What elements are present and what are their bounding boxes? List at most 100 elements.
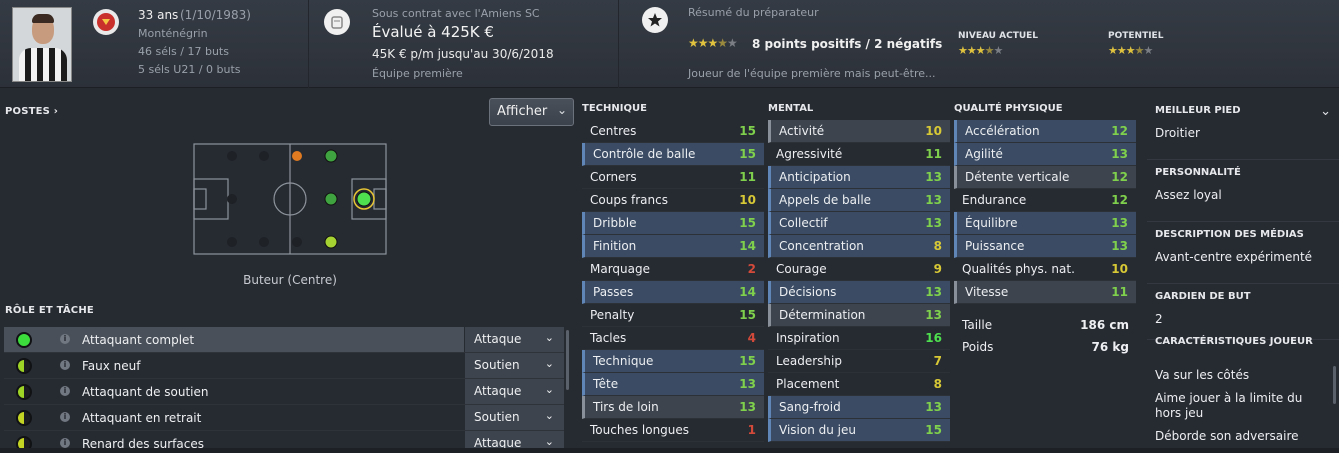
position-dot-st[interactable] <box>356 191 372 207</box>
attribute-value: 13 <box>925 285 942 299</box>
attribute-row[interactable]: Dribble 15 <box>582 212 764 235</box>
player-u21-caps: 5 séls U21 / 0 buts <box>138 63 241 76</box>
attribute-name: Technique <box>593 354 654 368</box>
player-dob: (1/10/1983) <box>180 8 251 22</box>
attribute-value: 15 <box>739 124 756 138</box>
attribute-name: Tête <box>593 377 619 391</box>
duty-dropdown[interactable]: Soutien ⌄ <box>464 405 564 430</box>
attribute-name: Finition <box>593 239 637 253</box>
attribute-name: Anticipation <box>779 170 851 184</box>
attribute-value: 15 <box>739 354 756 368</box>
attribute-row[interactable]: Technique 15 <box>582 350 764 373</box>
roles-scrollbar[interactable] <box>566 330 569 390</box>
height-value: 186 cm <box>1080 318 1129 332</box>
attribute-row[interactable]: Décisions 13 <box>768 281 950 304</box>
attribute-name: Leadership <box>776 354 842 368</box>
info-icon[interactable]: i <box>60 334 70 344</box>
weight-value: 76 kg <box>1091 340 1129 354</box>
chevron-down-icon: ⌄ <box>544 357 554 370</box>
attribute-name: Détermination <box>779 308 866 322</box>
attribute-name: Placement <box>776 377 840 391</box>
attribute-name: Détente verticale <box>965 170 1070 184</box>
info-icon[interactable]: i <box>60 360 70 370</box>
scout-points: 8 points positifs / 2 négatifs <box>752 37 943 51</box>
attribute-row[interactable]: Placement 8 <box>768 373 950 396</box>
attribute-row[interactable]: Accélération 12 <box>954 120 1136 143</box>
attribute-value: 13 <box>1111 216 1128 230</box>
attribute-row[interactable]: Contrôle de balle 15 <box>582 143 764 166</box>
attribute-row[interactable]: Vitesse 11 <box>954 281 1136 304</box>
duty-dropdown[interactable]: Soutien ⌄ <box>464 353 564 378</box>
role-row[interactable]: i Attaquant complet Attaque ⌄ <box>4 327 564 353</box>
attribute-value: 12 <box>1111 124 1128 138</box>
star-icon <box>642 7 668 33</box>
attribute-row[interactable]: Équilibre 13 <box>954 212 1136 235</box>
attribute-row[interactable]: Corners 11 <box>582 166 764 189</box>
attribute-row[interactable]: Courage 9 <box>768 258 950 281</box>
player-caps: 46 séls / 17 buts <box>138 45 229 58</box>
role-row[interactable]: i Attaquant en retrait Soutien ⌄ <box>4 405 564 431</box>
duty-dropdown[interactable]: Attaque ⌄ <box>464 327 564 352</box>
info-icon[interactable]: i <box>60 412 70 422</box>
attribute-row[interactable]: Leadership 7 <box>768 350 950 373</box>
role-row[interactable]: i Attaquant de soutien Attaque ⌄ <box>4 379 564 405</box>
attribute-row[interactable]: Appels de balle 13 <box>768 189 950 212</box>
info-panel: MEILLEUR PIED ⌄ Droitier PERSONNALITÉ As… <box>1147 98 1339 360</box>
role-name: Attaquant en retrait <box>82 411 202 425</box>
attribute-name: Vision du jeu <box>779 423 856 437</box>
attribute-value: 10 <box>1111 262 1128 276</box>
attribute-value: 13 <box>1111 147 1128 161</box>
attribute-name: Équilibre <box>965 216 1018 230</box>
attribute-name: Courage <box>776 262 827 276</box>
positions-label[interactable]: POSTES › <box>5 106 58 117</box>
duty-label: Soutien <box>474 358 520 372</box>
attribute-row[interactable]: Tacles 4 <box>582 327 764 350</box>
info-icon[interactable]: i <box>60 386 70 396</box>
chevron-down-icon[interactable]: ⌄ <box>1320 104 1331 119</box>
role-row[interactable]: i Faux neuf Soutien ⌄ <box>4 353 564 379</box>
bottom-bar <box>0 448 1339 453</box>
attribute-row[interactable]: Vision du jeu 15 <box>768 419 950 442</box>
attribute-value: 13 <box>1111 239 1128 253</box>
attribute-value: 14 <box>739 285 756 299</box>
attribute-row[interactable]: Puissance 13 <box>954 235 1136 258</box>
player-nationality: Monténégrin <box>138 27 208 40</box>
info-icon[interactable]: i <box>60 438 70 448</box>
scout-summary: Joueur de l'équipe première mais peut-êt… <box>688 67 936 80</box>
attribute-row[interactable]: Détermination 13 <box>768 304 950 327</box>
attribute-row[interactable]: Sang-froid 13 <box>768 396 950 419</box>
attribute-row[interactable]: Touches longues 1 <box>582 419 764 442</box>
attribute-row[interactable]: Tirs de loin 13 <box>582 396 764 419</box>
attribute-row[interactable]: Concentration 8 <box>768 235 950 258</box>
attribute-row[interactable]: Agressivité 11 <box>768 143 950 166</box>
attribute-value: 8 <box>933 239 942 253</box>
attribute-row[interactable]: Marquage 2 <box>582 258 764 281</box>
traits-list: Va sur les côtés Aime jouer à la limite d… <box>1155 368 1327 452</box>
weight-label: Poids <box>962 340 994 354</box>
attribute-row[interactable]: Tête 13 <box>582 373 764 396</box>
attribute-row[interactable]: Agilité 13 <box>954 143 1136 166</box>
attribute-value: 11 <box>925 147 942 161</box>
attribute-row[interactable]: Détente verticale 12 <box>954 166 1136 189</box>
show-dropdown[interactable]: Afficher ⌄ <box>489 98 574 126</box>
attribute-row[interactable]: Penalty 15 <box>582 304 764 327</box>
potential-label: POTENTIEL <box>1108 31 1164 41</box>
attribute-row[interactable]: Endurance 12 <box>954 189 1136 212</box>
attribute-row[interactable]: Centres 15 <box>582 120 764 143</box>
attribute-row[interactable]: Coups francs 10 <box>582 189 764 212</box>
attribute-row[interactable]: Activité 10 <box>768 120 950 143</box>
attribute-name: Vitesse <box>965 285 1009 299</box>
attribute-row[interactable]: Collectif 13 <box>768 212 950 235</box>
attribute-name: Contrôle de balle <box>593 147 696 161</box>
attribute-row[interactable]: Finition 14 <box>582 235 764 258</box>
chevron-down-icon: ⌄ <box>544 409 554 422</box>
attribute-value: 11 <box>1111 285 1128 299</box>
attribute-row[interactable]: Inspiration 16 <box>768 327 950 350</box>
attribute-row[interactable]: Anticipation 13 <box>768 166 950 189</box>
attribute-value: 10 <box>925 124 942 138</box>
duty-label: Attaque <box>474 384 522 398</box>
attribute-row[interactable]: Passes 14 <box>582 281 764 304</box>
info-scrollbar[interactable] <box>1333 366 1336 404</box>
attribute-row[interactable]: Qualités phys. nat. 10 <box>954 258 1136 281</box>
duty-dropdown[interactable]: Attaque ⌄ <box>464 379 564 404</box>
